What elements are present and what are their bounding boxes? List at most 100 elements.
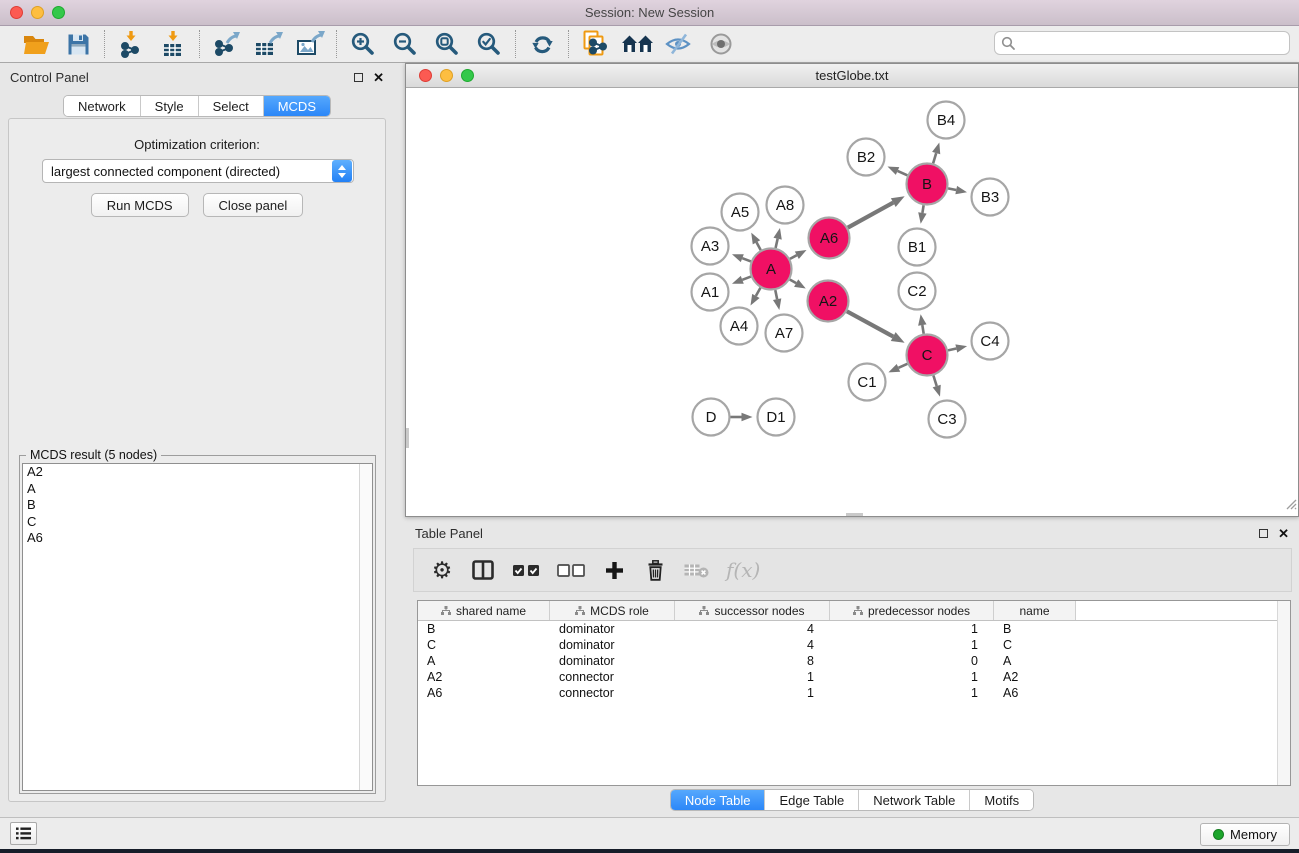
import-table-icon[interactable] bbox=[156, 29, 190, 59]
tab-edge-table[interactable]: Edge Table bbox=[765, 790, 859, 810]
cell-predecessor-nodes[interactable]: 1 bbox=[830, 669, 994, 685]
canvas-vertical-scrollbar[interactable] bbox=[406, 428, 409, 448]
cell-successor-nodes[interactable]: 8 bbox=[675, 653, 830, 669]
minimize-window-button[interactable] bbox=[31, 6, 44, 19]
task-history-button[interactable] bbox=[10, 822, 37, 845]
mcds-result-item[interactable]: C bbox=[23, 514, 372, 531]
tab-motifs[interactable]: Motifs bbox=[970, 790, 1033, 810]
memory-button[interactable]: Memory bbox=[1200, 823, 1290, 846]
edge-A-A5[interactable] bbox=[756, 242, 760, 250]
window-controls[interactable] bbox=[10, 6, 65, 19]
edge-A-A7[interactable] bbox=[775, 290, 777, 299]
table-settings-icon[interactable]: ⚙ bbox=[430, 555, 454, 585]
column-header-MCDS-role[interactable]: MCDS role bbox=[550, 601, 675, 620]
cell-name[interactable]: A2 bbox=[994, 669, 1076, 685]
export-image-icon[interactable] bbox=[293, 29, 327, 59]
edge-C-C1[interactable] bbox=[898, 364, 907, 368]
cell-predecessor-nodes[interactable]: 1 bbox=[830, 621, 994, 637]
cell-MCDS-role[interactable]: connector bbox=[550, 669, 675, 685]
save-session-icon[interactable] bbox=[61, 29, 95, 59]
close-window-button[interactable] bbox=[10, 6, 23, 19]
edge-A2-C[interactable] bbox=[847, 311, 893, 336]
criterion-dropdown[interactable]: largest connected component (directed) bbox=[42, 159, 354, 183]
clone-network-icon[interactable] bbox=[578, 29, 612, 59]
edge-C-C2[interactable] bbox=[922, 325, 923, 334]
cell-shared-name[interactable]: A6 bbox=[418, 685, 550, 701]
close-table-panel-icon[interactable]: ✕ bbox=[1278, 529, 1289, 538]
column-header-name[interactable]: name bbox=[994, 601, 1076, 620]
edge-A-A2[interactable] bbox=[790, 280, 796, 284]
close-network-window-button[interactable] bbox=[419, 69, 432, 82]
edge-A-A4[interactable] bbox=[756, 288, 761, 296]
zoom-fit-icon[interactable] bbox=[430, 29, 464, 59]
cell-shared-name[interactable]: A2 bbox=[418, 669, 550, 685]
float-table-panel-icon[interactable] bbox=[1259, 529, 1268, 538]
minimize-network-window-button[interactable] bbox=[440, 69, 453, 82]
edge-A-A1[interactable] bbox=[742, 277, 751, 280]
refresh-icon[interactable] bbox=[525, 29, 559, 59]
cell-name[interactable]: A6 bbox=[994, 685, 1076, 701]
edge-A-A3[interactable] bbox=[742, 258, 751, 261]
cell-predecessor-nodes[interactable]: 1 bbox=[830, 637, 994, 653]
mcds-result-item[interactable]: A6 bbox=[23, 530, 372, 547]
cell-predecessor-nodes[interactable]: 0 bbox=[830, 653, 994, 669]
search-input[interactable] bbox=[994, 31, 1290, 55]
mcds-result-item[interactable]: A bbox=[23, 481, 372, 498]
cell-predecessor-nodes[interactable]: 1 bbox=[830, 685, 994, 701]
cell-successor-nodes[interactable]: 4 bbox=[675, 621, 830, 637]
zoom-in-icon[interactable] bbox=[346, 29, 380, 59]
edge-A-A6[interactable] bbox=[790, 255, 797, 259]
export-table-icon[interactable] bbox=[251, 29, 285, 59]
export-network-icon[interactable] bbox=[209, 29, 243, 59]
deselect-all-icon[interactable] bbox=[557, 555, 585, 585]
close-panel-button[interactable]: Close panel bbox=[203, 193, 304, 217]
column-visibility-icon[interactable] bbox=[471, 555, 495, 585]
cell-shared-name[interactable]: B bbox=[418, 621, 550, 637]
zoom-selected-icon[interactable] bbox=[472, 29, 506, 59]
cell-MCDS-role[interactable]: dominator bbox=[550, 637, 675, 653]
cell-name[interactable]: B bbox=[994, 621, 1076, 637]
zoom-window-button[interactable] bbox=[52, 6, 65, 19]
cell-successor-nodes[interactable]: 4 bbox=[675, 637, 830, 653]
table-row[interactable]: A6connector11A6 bbox=[418, 685, 1290, 701]
select-all-icon[interactable] bbox=[512, 555, 540, 585]
mcds-result-list[interactable]: A2ABCA6 bbox=[22, 463, 373, 791]
close-panel-icon[interactable]: ✕ bbox=[373, 73, 384, 82]
show-all-icon[interactable] bbox=[704, 29, 738, 59]
tab-style[interactable]: Style bbox=[141, 96, 199, 116]
zoom-network-window-button[interactable] bbox=[461, 69, 474, 82]
float-panel-icon[interactable] bbox=[354, 73, 363, 82]
tab-network-table[interactable]: Network Table bbox=[859, 790, 970, 810]
edge-B-B2[interactable] bbox=[898, 171, 908, 175]
column-header-successor-nodes[interactable]: successor nodes bbox=[675, 601, 830, 620]
mcds-result-item[interactable]: A2 bbox=[23, 464, 372, 481]
tab-node-table[interactable]: Node Table bbox=[671, 790, 766, 810]
edge-A6-B[interactable] bbox=[848, 203, 893, 228]
run-mcds-button[interactable]: Run MCDS bbox=[91, 193, 189, 217]
add-column-icon[interactable] bbox=[602, 555, 626, 585]
table-row[interactable]: Cdominator41C bbox=[418, 637, 1290, 653]
resize-grip-icon[interactable] bbox=[1284, 497, 1297, 515]
canvas-horizontal-scrollbar[interactable] bbox=[846, 513, 863, 516]
open-file-icon[interactable] bbox=[19, 29, 53, 59]
delete-column-icon[interactable] bbox=[643, 555, 667, 585]
edge-B-B3[interactable] bbox=[948, 188, 956, 190]
hide-selected-icon[interactable] bbox=[662, 29, 696, 59]
column-header-shared-name[interactable]: shared name bbox=[418, 601, 550, 620]
cell-shared-name[interactable]: C bbox=[418, 637, 550, 653]
node-table[interactable]: shared nameMCDS rolesuccessor nodesprede… bbox=[417, 600, 1291, 786]
edge-A-A8[interactable] bbox=[776, 239, 778, 248]
edge-C-C4[interactable] bbox=[948, 348, 956, 350]
tab-select[interactable]: Select bbox=[199, 96, 264, 116]
network-window-controls[interactable] bbox=[419, 69, 474, 82]
table-row[interactable]: Bdominator41B bbox=[418, 621, 1290, 637]
edge-B-B1[interactable] bbox=[922, 205, 923, 213]
cell-shared-name[interactable]: A bbox=[418, 653, 550, 669]
cell-MCDS-role[interactable]: dominator bbox=[550, 621, 675, 637]
edge-C-C3[interactable] bbox=[933, 376, 936, 387]
cell-successor-nodes[interactable]: 1 bbox=[675, 685, 830, 701]
table-header-row[interactable]: shared nameMCDS rolesuccessor nodesprede… bbox=[418, 601, 1290, 621]
network-canvas[interactable]: B4B2BB3B1A5A8A6A3AA1C2A2A4A7CC4C1C3DD1 bbox=[406, 88, 1298, 516]
zoom-out-icon[interactable] bbox=[388, 29, 422, 59]
cell-name[interactable]: C bbox=[994, 637, 1076, 653]
